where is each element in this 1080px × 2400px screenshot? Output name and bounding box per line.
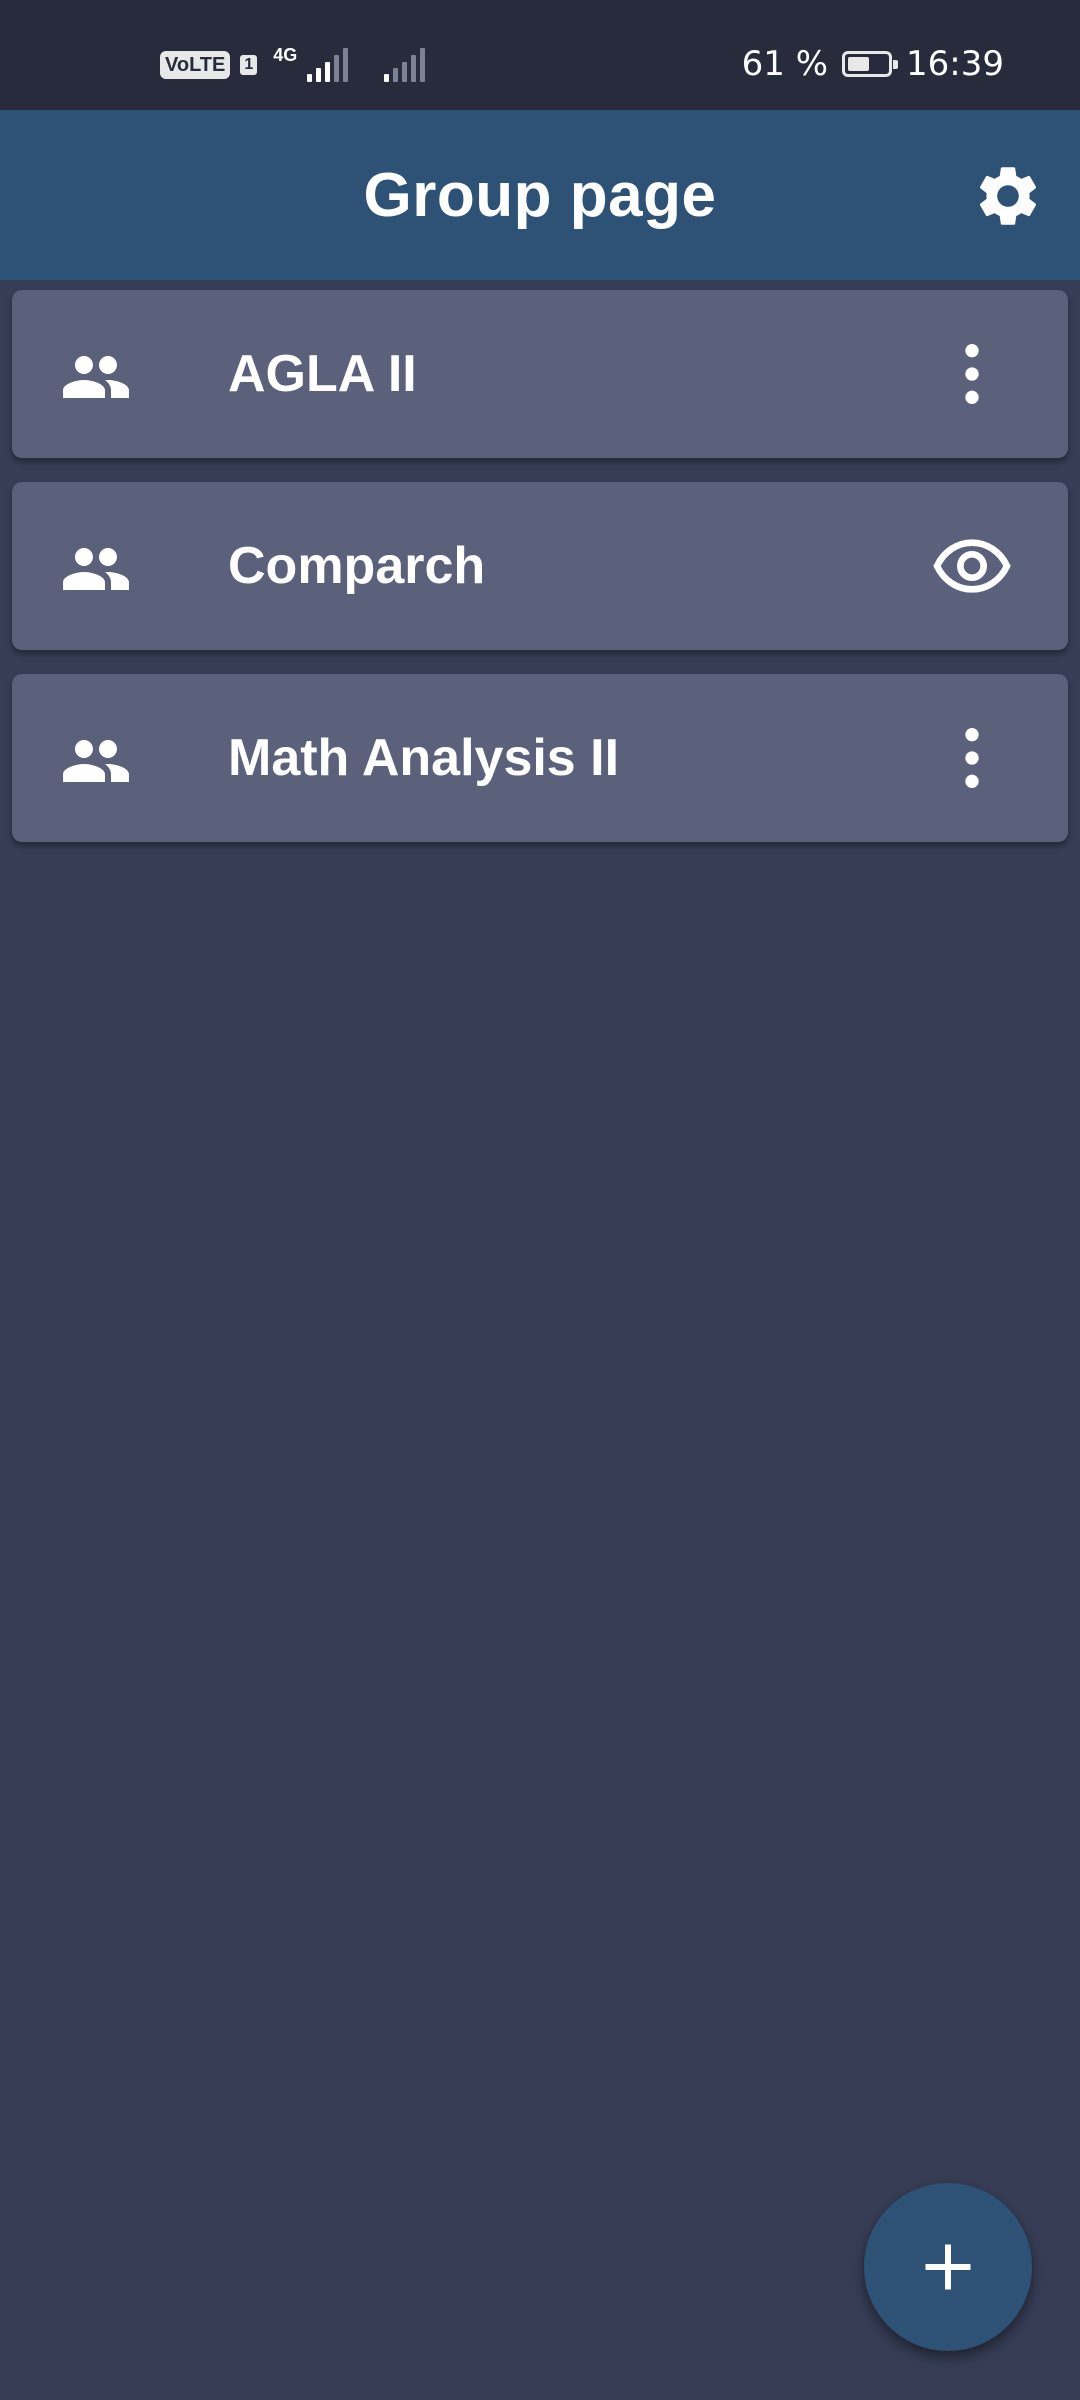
volte-badge: VoLTE [160, 51, 231, 79]
signal-icon-sim1 [307, 48, 349, 82]
status-left: VoLTE 1 4G [160, 44, 426, 82]
page-title: Group page [363, 161, 717, 230]
app-bar: Group page [0, 110, 1080, 280]
more-options-button[interactable] [932, 334, 1012, 414]
battery-icon [842, 51, 899, 77]
group-item-comparch[interactable]: Comparch [12, 482, 1068, 650]
status-bar: VoLTE 1 4G 61 % 16:39 [0, 0, 1080, 110]
more-vert-icon [965, 344, 979, 404]
signal-icon-sim2 [384, 48, 426, 82]
battery-level [848, 57, 869, 71]
add-group-button[interactable] [864, 2183, 1032, 2351]
group-icon [63, 356, 129, 398]
clock: 16:39 [906, 44, 1004, 84]
eye-icon [933, 539, 1011, 593]
sim-number: 1 [240, 55, 258, 75]
group-name: AGLA II [228, 345, 417, 403]
group-icon [63, 740, 129, 782]
battery-percent: 61 % [741, 44, 829, 84]
group-icon [63, 548, 129, 590]
more-vert-icon [965, 728, 979, 788]
group-list: AGLA II Comparch Math Analysis II [12, 290, 1068, 866]
group-name: Math Analysis II [228, 729, 620, 787]
group-item-agla-ii[interactable]: AGLA II [12, 290, 1068, 458]
group-name: Comparch [228, 537, 486, 595]
view-button[interactable] [932, 526, 1012, 606]
gear-icon [979, 167, 1037, 225]
plus-icon [925, 2244, 971, 2290]
status-right: 61 % 16:39 [742, 44, 1004, 84]
network-type: 4G [273, 44, 298, 65]
more-options-button[interactable] [932, 718, 1012, 798]
settings-button[interactable] [972, 160, 1044, 232]
group-item-math-analysis-ii[interactable]: Math Analysis II [12, 674, 1068, 842]
